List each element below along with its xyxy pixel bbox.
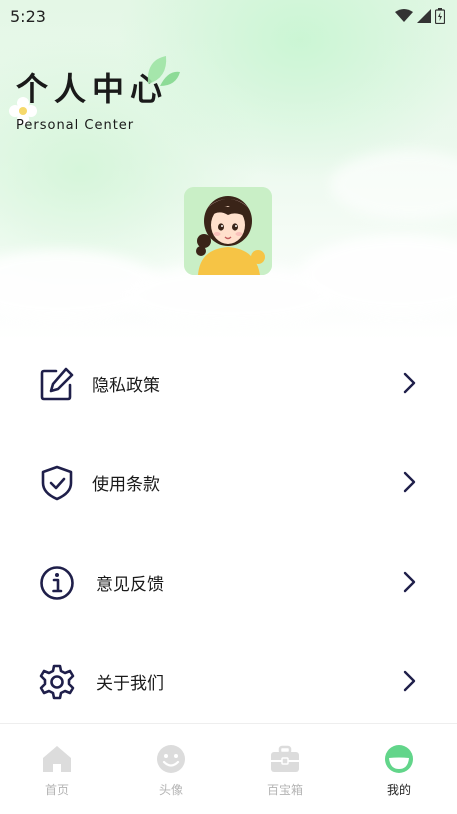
battery-icon: [435, 8, 445, 24]
avatar-girl-image: [184, 187, 272, 275]
tab-label: 我的: [386, 783, 411, 797]
status-icons: [395, 8, 445, 24]
status-bar: 5:23: [0, 0, 457, 32]
tab-label: 首页: [44, 783, 69, 797]
tab-avatar[interactable]: 头像: [114, 724, 228, 814]
menu-item-feedback[interactable]: 意见反馈: [0, 532, 457, 632]
shield-check-icon: [41, 465, 73, 501]
tab-toolbox[interactable]: 百宝箱: [228, 724, 342, 814]
chevron-right-icon: [403, 372, 416, 394]
leaf-icon: [147, 56, 180, 86]
tab-home[interactable]: 首页: [0, 724, 114, 814]
tab-mine[interactable]: 我的: [342, 724, 456, 814]
menu-item-label: 隐私政策: [92, 376, 160, 396]
signal-icon: [417, 9, 431, 23]
avatar[interactable]: [184, 187, 272, 275]
header-background: [0, 0, 457, 340]
status-time: 5:23: [10, 6, 46, 26]
menu-item-label: 意见反馈: [96, 575, 164, 595]
menu-item-privacy-policy[interactable]: 隐私政策: [0, 333, 457, 433]
home-icon: [43, 746, 71, 772]
menu-item-about-us[interactable]: 关于我们: [0, 631, 457, 731]
profile-icon: [385, 745, 413, 773]
bottom-tab-bar: 首页 头像 百宝箱 我的: [0, 723, 457, 814]
chevron-right-icon: [403, 571, 416, 593]
menu-item-terms-of-use[interactable]: 使用条款: [0, 432, 457, 532]
chevron-right-icon: [403, 471, 416, 493]
info-icon: [40, 566, 74, 600]
smiley-icon: [157, 745, 185, 773]
edit-icon: [40, 367, 74, 401]
toolbox-icon: [271, 745, 299, 772]
wifi-icon: [395, 9, 413, 22]
gear-icon: [39, 664, 75, 700]
page-title-block: 个人中心 Personal Center: [9, 56, 216, 144]
menu-item-label: 使用条款: [92, 475, 160, 495]
page-subtitle: Personal Center: [16, 118, 135, 133]
menu-item-label: 关于我们: [96, 674, 164, 694]
tab-label: 头像: [158, 783, 183, 797]
tab-label: 百宝箱: [266, 783, 303, 797]
chevron-right-icon: [403, 670, 416, 692]
